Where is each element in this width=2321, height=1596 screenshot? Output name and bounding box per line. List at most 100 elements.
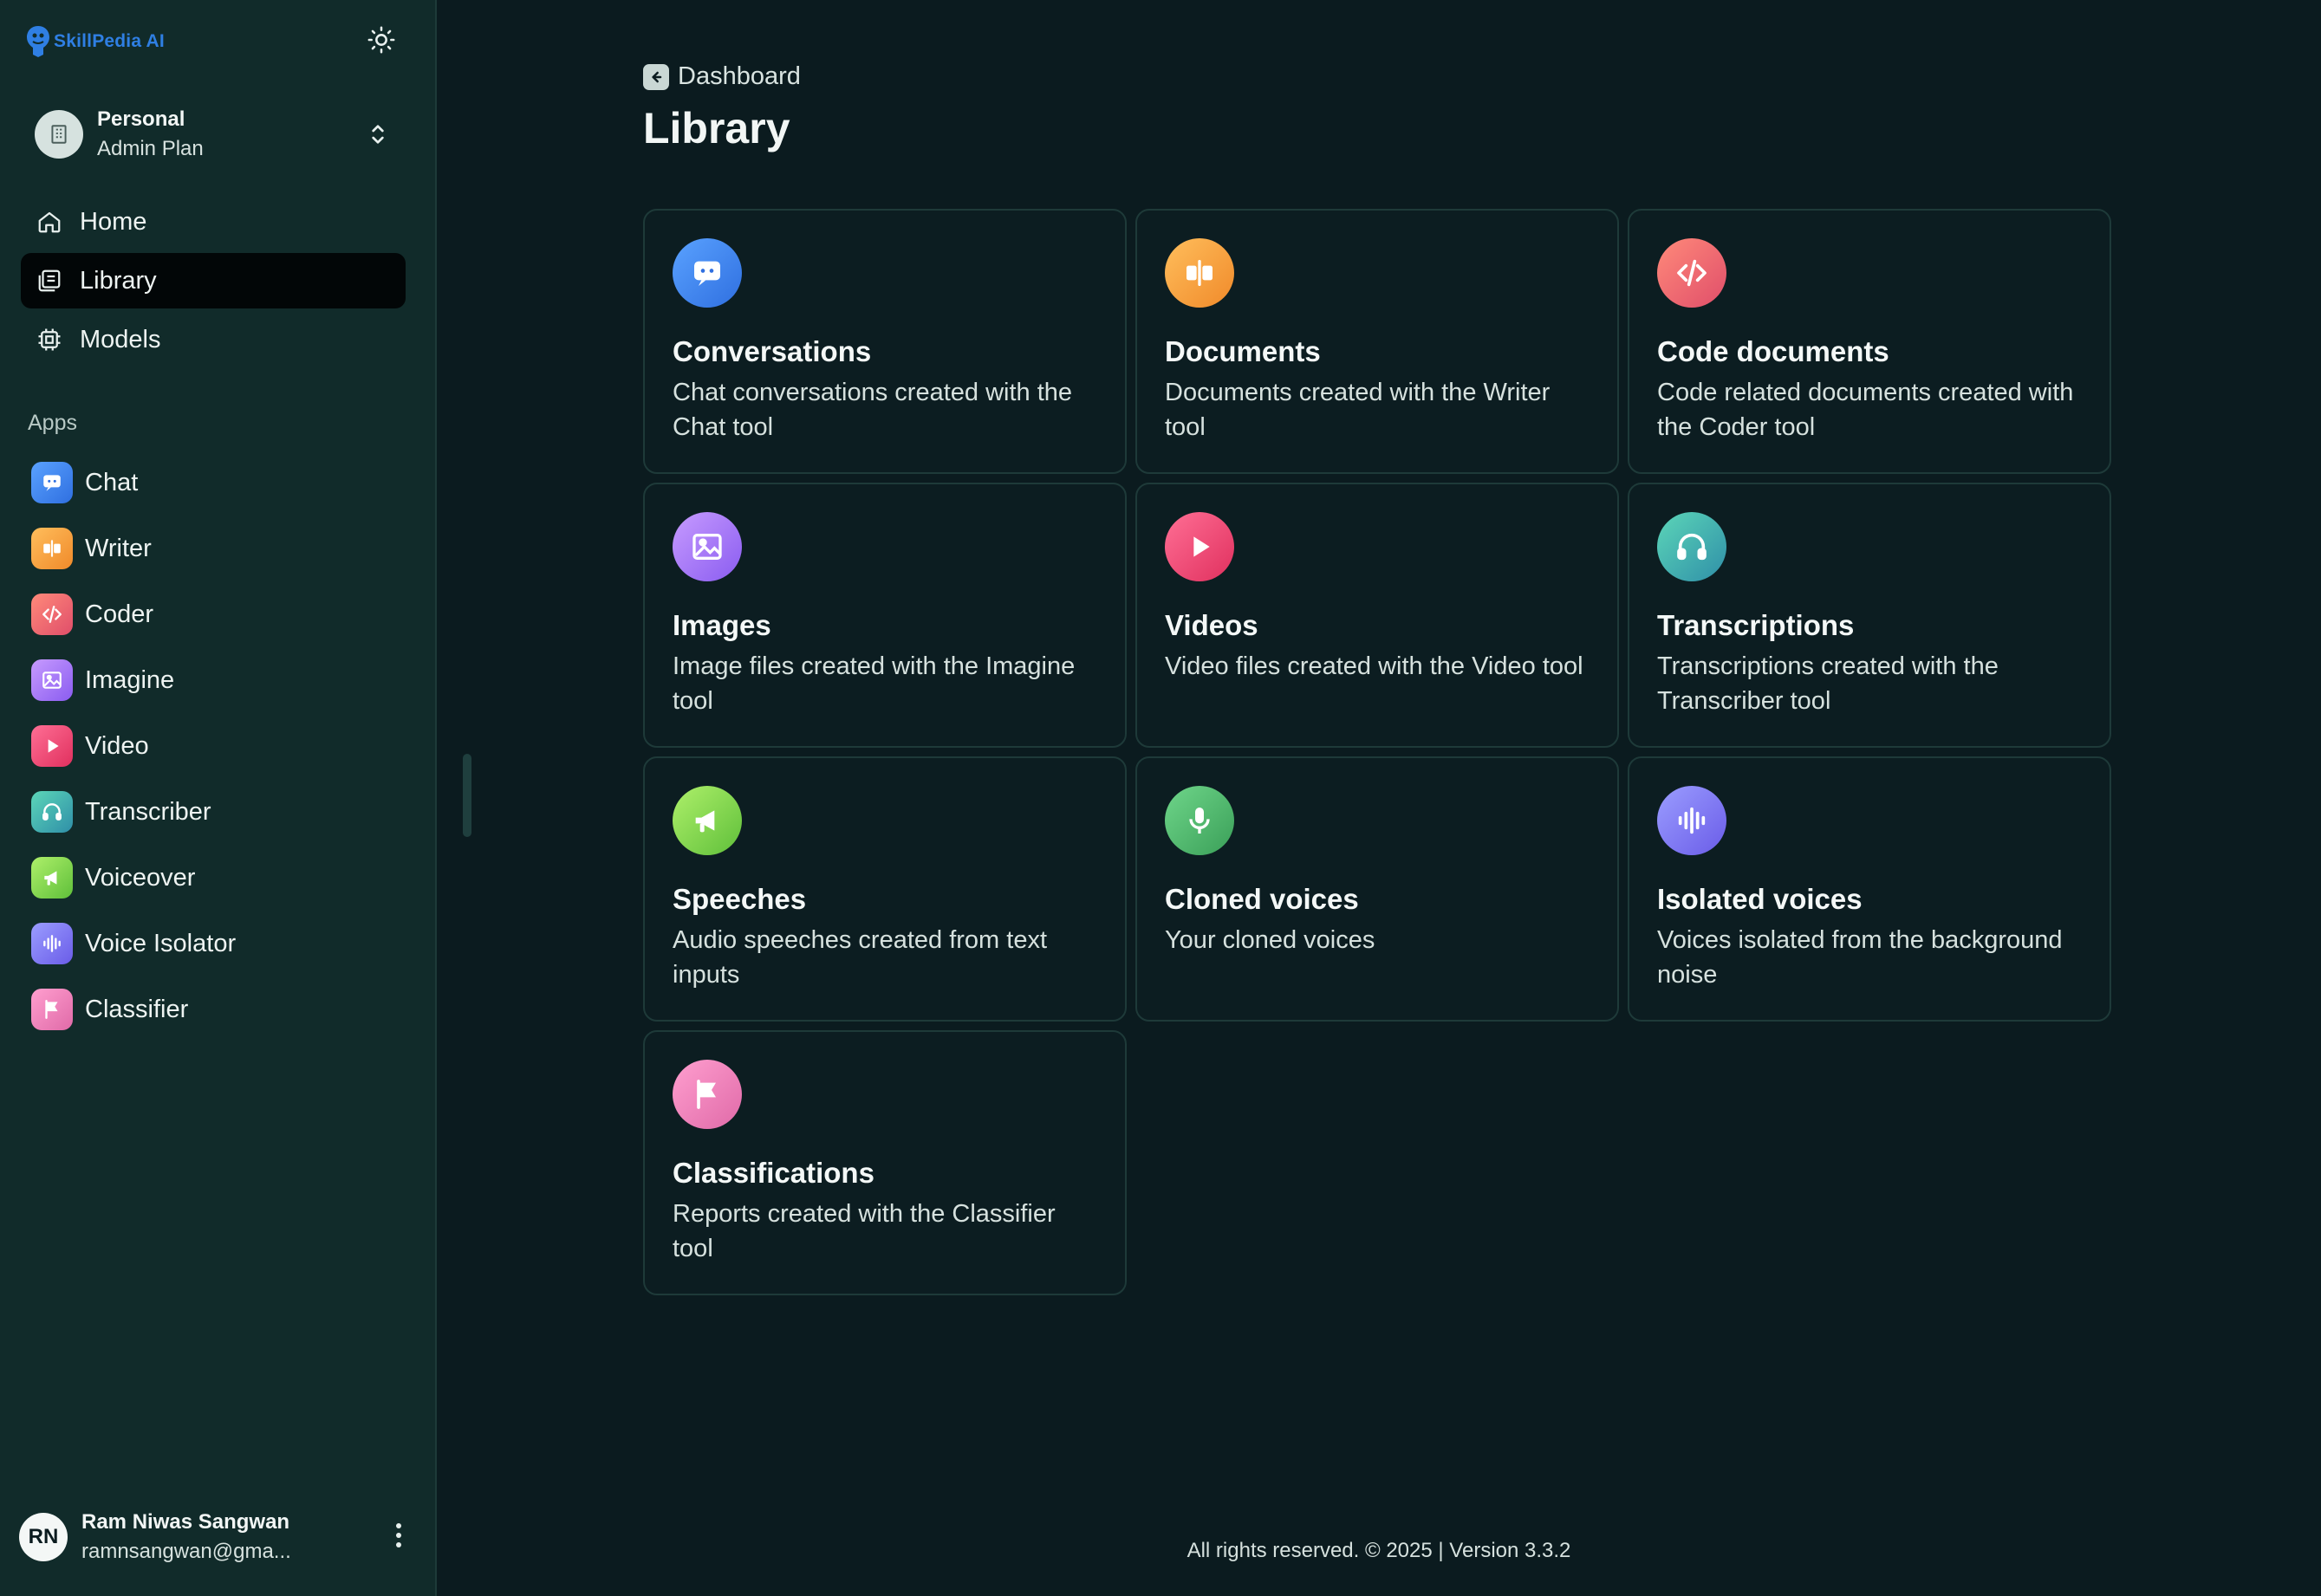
chevron-up-down-icon [364, 117, 392, 152]
nav-item-label: Models [80, 325, 161, 354]
headphones-icon [31, 791, 73, 833]
writer-icon [1165, 238, 1234, 308]
card-title: Code documents [1657, 335, 1889, 367]
user-name: Ram Niwas Sangwan [81, 1510, 290, 1534]
app-item-voice-isolator[interactable]: Voice Isolator [21, 911, 406, 976]
card-description: Audio speeches created from text inputs [673, 926, 1048, 989]
chat-icon [673, 238, 742, 308]
card-description: Documents created with the Writer tool [1165, 379, 1551, 441]
app-item-voiceover[interactable]: Voiceover [21, 845, 406, 911]
apps-section-label: Apps [28, 411, 77, 435]
user-menu-button[interactable] [383, 1515, 414, 1559]
card-description: Code related documents created with the … [1657, 379, 2074, 441]
main-content: Dashboard Library Conversations Chat con… [437, 0, 2321, 1596]
writer-icon [31, 528, 73, 569]
card-title: Videos [1165, 609, 1258, 641]
app-item-coder[interactable]: Coder [21, 581, 406, 647]
workspace-name: Personal [97, 107, 185, 131]
nav-item-home[interactable]: Home [21, 194, 406, 250]
flag-icon [673, 1060, 742, 1129]
back-arrow-icon [643, 63, 669, 90]
code-icon [1657, 238, 1726, 308]
card-title: Documents [1165, 335, 1321, 367]
workspace-plan: Admin Plan [97, 137, 204, 160]
play-icon [31, 725, 73, 767]
user-profile[interactable]: RN Ram Niwas Sangwan ramnsangwan@gma... [19, 1502, 414, 1572]
nav-item-library[interactable]: Library [21, 253, 406, 308]
app-item-label: Imagine [85, 665, 175, 694]
footer-text: All rights reserved. © 2025 | Version 3.… [1187, 1539, 1571, 1562]
app-item-label: Chat [85, 468, 139, 496]
more-vertical-icon [395, 1522, 402, 1553]
play-icon [1165, 512, 1234, 581]
app-item-writer[interactable]: Writer [21, 516, 406, 581]
library-card-classifications[interactable]: Classifications Reports created with the… [643, 1030, 1127, 1295]
breadcrumb[interactable]: Dashboard [643, 62, 2116, 91]
avatar: RN [19, 1513, 68, 1561]
workspace-switcher[interactable]: Personal Admin Plan [21, 95, 406, 173]
brand[interactable]: SkillPedia AI [24, 24, 165, 59]
chip-icon [35, 325, 64, 354]
card-title: Images [673, 609, 771, 641]
code-icon [31, 594, 73, 635]
card-description: Image files created with the Imagine too… [673, 652, 1076, 715]
image-icon [673, 512, 742, 581]
sidebar: SkillPedia AI Personal Admin Plan Home L… [0, 0, 437, 1596]
card-description: Voices isolated from the background nois… [1657, 926, 2063, 989]
mic-icon [1165, 786, 1234, 855]
page-title: Library [643, 104, 790, 152]
library-card-speeches[interactable]: Speeches Audio speeches created from tex… [643, 756, 1127, 1022]
flag-icon [31, 989, 73, 1030]
card-title: Cloned voices [1165, 883, 1359, 915]
library-page: Dashboard Library Conversations Chat con… [643, 62, 2116, 1295]
card-description: Video files created with the Video tool [1165, 652, 1583, 680]
library-card-isolated-voices[interactable]: Isolated voices Voices isolated from the… [1628, 756, 2111, 1022]
app-item-transcriber[interactable]: Transcriber [21, 779, 406, 845]
app-item-chat[interactable]: Chat [21, 450, 406, 516]
card-description: Transcriptions created with the Transcri… [1657, 652, 1999, 715]
home-icon [35, 207, 64, 237]
library-card-cloned-voices[interactable]: Cloned voices Your cloned voices [1135, 756, 1619, 1022]
library-card-conversations[interactable]: Conversations Chat conversations created… [643, 209, 1127, 474]
nav-item-models[interactable]: Models [21, 312, 406, 367]
waveform-icon [1657, 786, 1726, 855]
card-description: Your cloned voices [1165, 926, 1375, 954]
sun-icon [367, 25, 396, 59]
library-card-images[interactable]: Images Image files created with the Imag… [643, 483, 1127, 748]
brand-row: SkillPedia AI [21, 0, 406, 83]
apps-list: Chat Writer Coder Imagine Video Transcri… [21, 450, 406, 1042]
megaphone-icon [673, 786, 742, 855]
app-item-video[interactable]: Video [21, 713, 406, 779]
waveform-icon [31, 923, 73, 964]
app-item-label: Voice Isolator [85, 929, 237, 957]
megaphone-icon [31, 857, 73, 899]
library-card-transcriptions[interactable]: Transcriptions Transcriptions created wi… [1628, 483, 2111, 748]
library-card-documents[interactable]: Documents Documents created with the Wri… [1135, 209, 1619, 474]
headphones-icon [1657, 512, 1726, 581]
app-item-classifier[interactable]: Classifier [21, 976, 406, 1042]
nav-item-label: Library [80, 266, 157, 295]
app-item-label: Writer [85, 534, 152, 562]
card-title: Classifications [673, 1157, 874, 1189]
card-description: Chat conversations created with the Chat… [673, 379, 1073, 441]
theme-toggle-button[interactable] [362, 23, 400, 61]
user-info: Ram Niwas Sangwan ramnsangwan@gma... [81, 1510, 383, 1564]
app-item-label: Classifier [85, 995, 189, 1023]
image-icon [31, 659, 73, 701]
library-grid: Conversations Chat conversations created… [643, 209, 2116, 1295]
app-item-imagine[interactable]: Imagine [21, 647, 406, 713]
chat-icon [31, 462, 73, 503]
workspace-info: Personal Admin Plan [97, 107, 364, 161]
library-icon [35, 266, 64, 295]
skillpedia-logo-icon [24, 24, 52, 59]
card-description: Reports created with the Classifier tool [673, 1200, 1056, 1262]
brand-name: SkillPedia AI [54, 31, 165, 51]
nav-item-label: Home [80, 207, 147, 236]
breadcrumb-label: Dashboard [678, 62, 801, 90]
card-title: Conversations [673, 335, 872, 367]
card-title: Transcriptions [1657, 609, 1855, 641]
library-card-code-documents[interactable]: Code documents Code related documents cr… [1628, 209, 2111, 474]
library-card-videos[interactable]: Videos Video files created with the Vide… [1135, 483, 1619, 748]
card-title: Speeches [673, 883, 807, 915]
building-icon [35, 110, 83, 159]
